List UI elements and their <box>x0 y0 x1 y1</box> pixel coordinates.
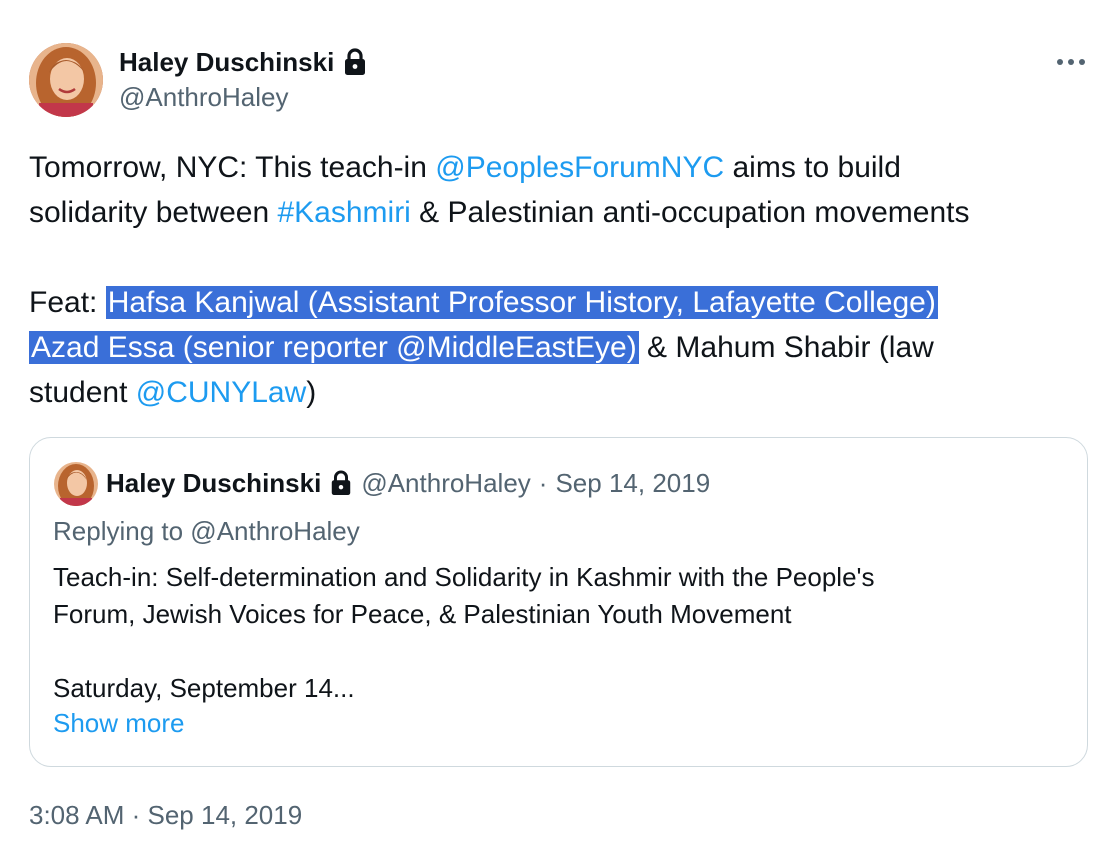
quoted-avatar[interactable] <box>54 462 98 506</box>
mention-middleeasteye-link[interactable]: @MiddleEastEye <box>396 331 627 364</box>
quoted-text-line: Saturday, September 14... <box>53 673 355 703</box>
quoted-avatar-image <box>54 462 98 506</box>
quoted-header: Haley Duschinski @AnthroHaley · Sep 14, … <box>106 466 710 500</box>
selected-text: Hafsa Kanjwal (Assistant Professor Histo… <box>105 286 938 319</box>
author-handle[interactable]: @AnthroHaley <box>119 82 288 113</box>
quoted-text: Teach-in: Self-determination and Solidar… <box>53 559 1063 707</box>
hashtag-kashmiri-link[interactable]: #Kashmiri <box>277 196 410 229</box>
tweet-text-segment: aims to build <box>724 151 901 184</box>
tweet-text: Tomorrow, NYC: This teach-in @PeoplesFor… <box>29 145 1099 415</box>
author-display-name[interactable]: Haley Duschinski <box>119 47 334 78</box>
lock-icon <box>342 48 368 76</box>
more-icon[interactable] <box>1053 50 1089 74</box>
tweet-text-segment: Feat: <box>29 286 106 319</box>
replying-to: Replying to @AnthroHaley <box>53 516 360 546</box>
quoted-text-line: Forum, Jewish Voices for Peace, & Palest… <box>53 599 792 629</box>
lock-icon <box>329 470 353 496</box>
tweet-timestamp[interactable]: 3:08 AM · Sep 14, 2019 <box>29 800 302 831</box>
quoted-text-line: Teach-in: Self-determination and Solidar… <box>53 562 875 592</box>
avatar-image <box>29 43 103 117</box>
quoted-blank-line <box>53 633 1063 670</box>
author-name-row: Haley Duschinski <box>119 46 368 78</box>
show-more-link[interactable]: Show more <box>53 708 185 739</box>
quoted-display-name[interactable]: Haley Duschinski <box>106 468 321 499</box>
tweet-text-segment: student <box>29 376 136 409</box>
quoted-separator: · <box>538 467 548 498</box>
tweet-line: student @CUNYLaw) <box>29 370 1099 415</box>
avatar[interactable] <box>29 43 103 117</box>
mention-cunylaw-link[interactable]: @CUNYLaw <box>136 376 307 409</box>
tweet-text-segment: Tomorrow, NYC: This teach-in <box>29 151 436 184</box>
quoted-date[interactable]: Sep 14, 2019 <box>555 468 710 499</box>
tweet-text-segment: ) <box>306 376 317 409</box>
selected-text: Azad Essa (senior reporter @MiddleEastEy… <box>29 331 639 364</box>
quoted-handle[interactable]: @AnthroHaley <box>361 468 530 499</box>
tweet-text-segment: & Palestinian anti-occupation movements <box>410 196 970 229</box>
tweet-line: Tomorrow, NYC: This teach-in @PeoplesFor… <box>29 145 1099 190</box>
quoted-tweet-card[interactable]: Haley Duschinski @AnthroHaley · Sep 14, … <box>29 437 1088 767</box>
tweet-line: Azad Essa (senior reporter @MiddleEastEy… <box>29 325 1099 370</box>
mention-peoplesforumnyc-link[interactable]: @PeoplesForumNYC <box>435 151 724 184</box>
tweet-line: solidarity between #Kashmiri & Palestini… <box>29 190 1099 235</box>
tweet-text-segment: ) <box>626 331 637 364</box>
tweet-text-segment: solidarity between <box>29 196 278 229</box>
tweet: Haley Duschinski @AnthroHaley Tomorrow, … <box>0 0 1116 862</box>
tweet-text-segment: & Mahum Shabir (law <box>638 331 934 364</box>
tweet-text-segment: Azad Essa (senior reporter <box>31 331 397 364</box>
tweet-line: Feat: Hafsa Kanjwal (Assistant Professor… <box>29 280 1099 325</box>
